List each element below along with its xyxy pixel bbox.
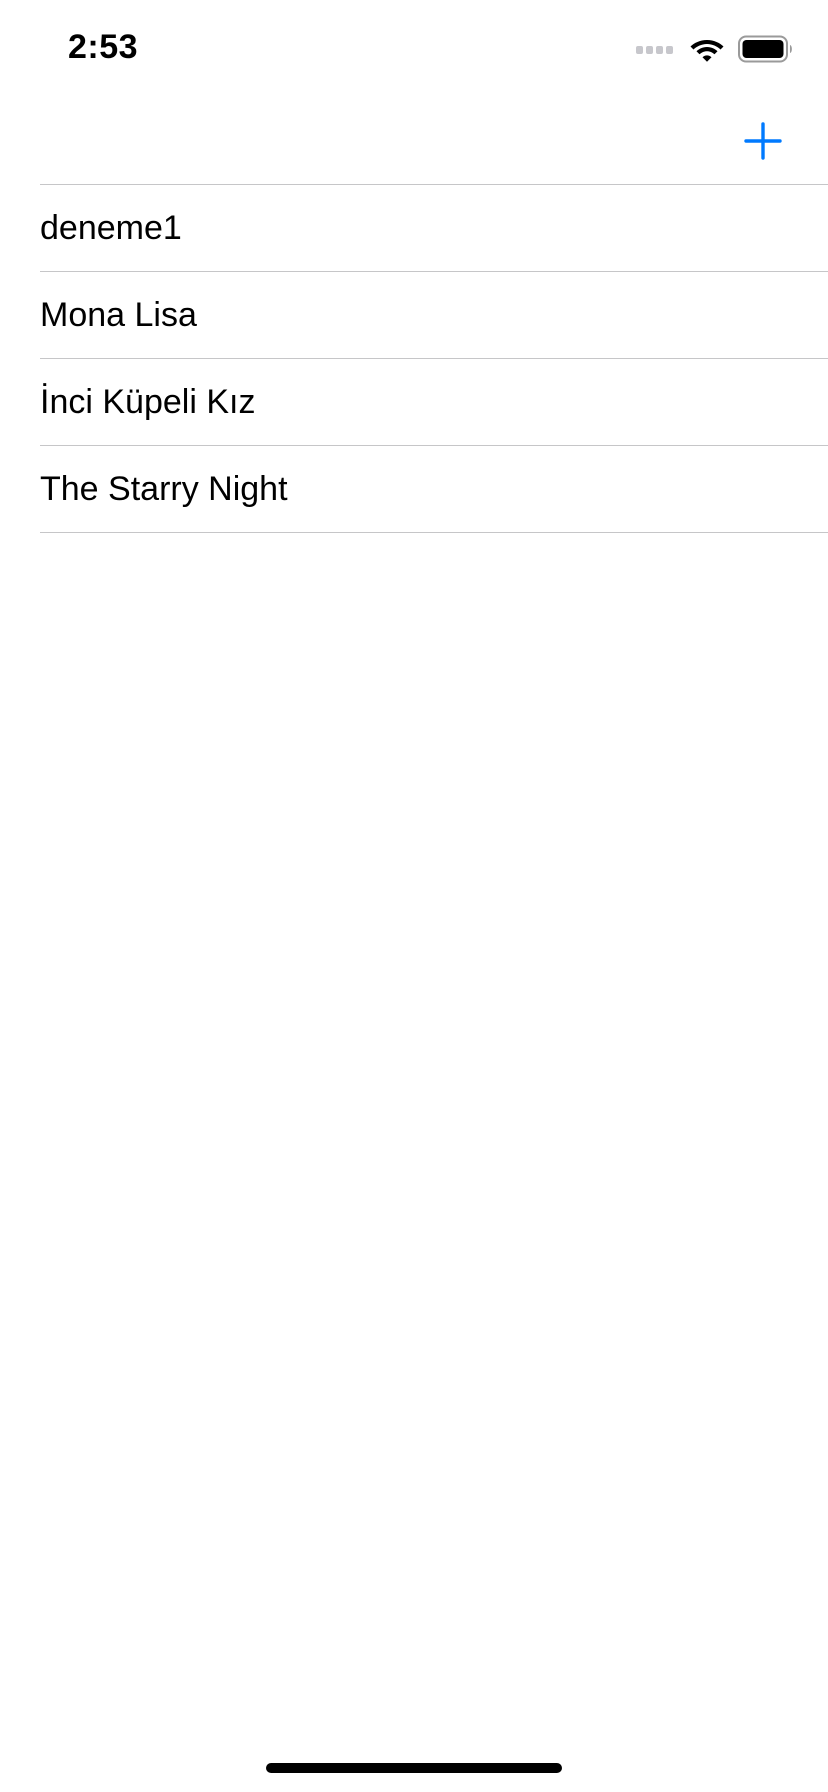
painting-list: deneme1 Mona Lisa İnci Küpeli Kız The St…: [0, 184, 828, 533]
signal-icon: [636, 46, 673, 54]
list-item[interactable]: deneme1: [0, 185, 828, 272]
home-indicator: [266, 1763, 562, 1773]
battery-icon: [738, 35, 792, 63]
add-button[interactable]: [738, 116, 788, 166]
list-item-label: İnci Küpeli Kız: [40, 383, 256, 421]
status-time: 2:53: [68, 28, 139, 66]
list-item-label: The Starry Night: [40, 470, 288, 508]
list-item[interactable]: İnci Küpeli Kız: [0, 359, 828, 446]
row-separator: [40, 532, 828, 533]
navigation-bar: [0, 100, 828, 184]
wifi-icon: [690, 40, 724, 62]
plus-icon: [744, 122, 782, 160]
list-item[interactable]: Mona Lisa: [0, 272, 828, 359]
list-item[interactable]: The Starry Night: [0, 446, 828, 533]
status-icons: [636, 34, 794, 64]
status-bar: 2:53: [0, 0, 828, 100]
list-item-label: Mona Lisa: [40, 296, 197, 334]
list-item-label: deneme1: [40, 209, 182, 247]
